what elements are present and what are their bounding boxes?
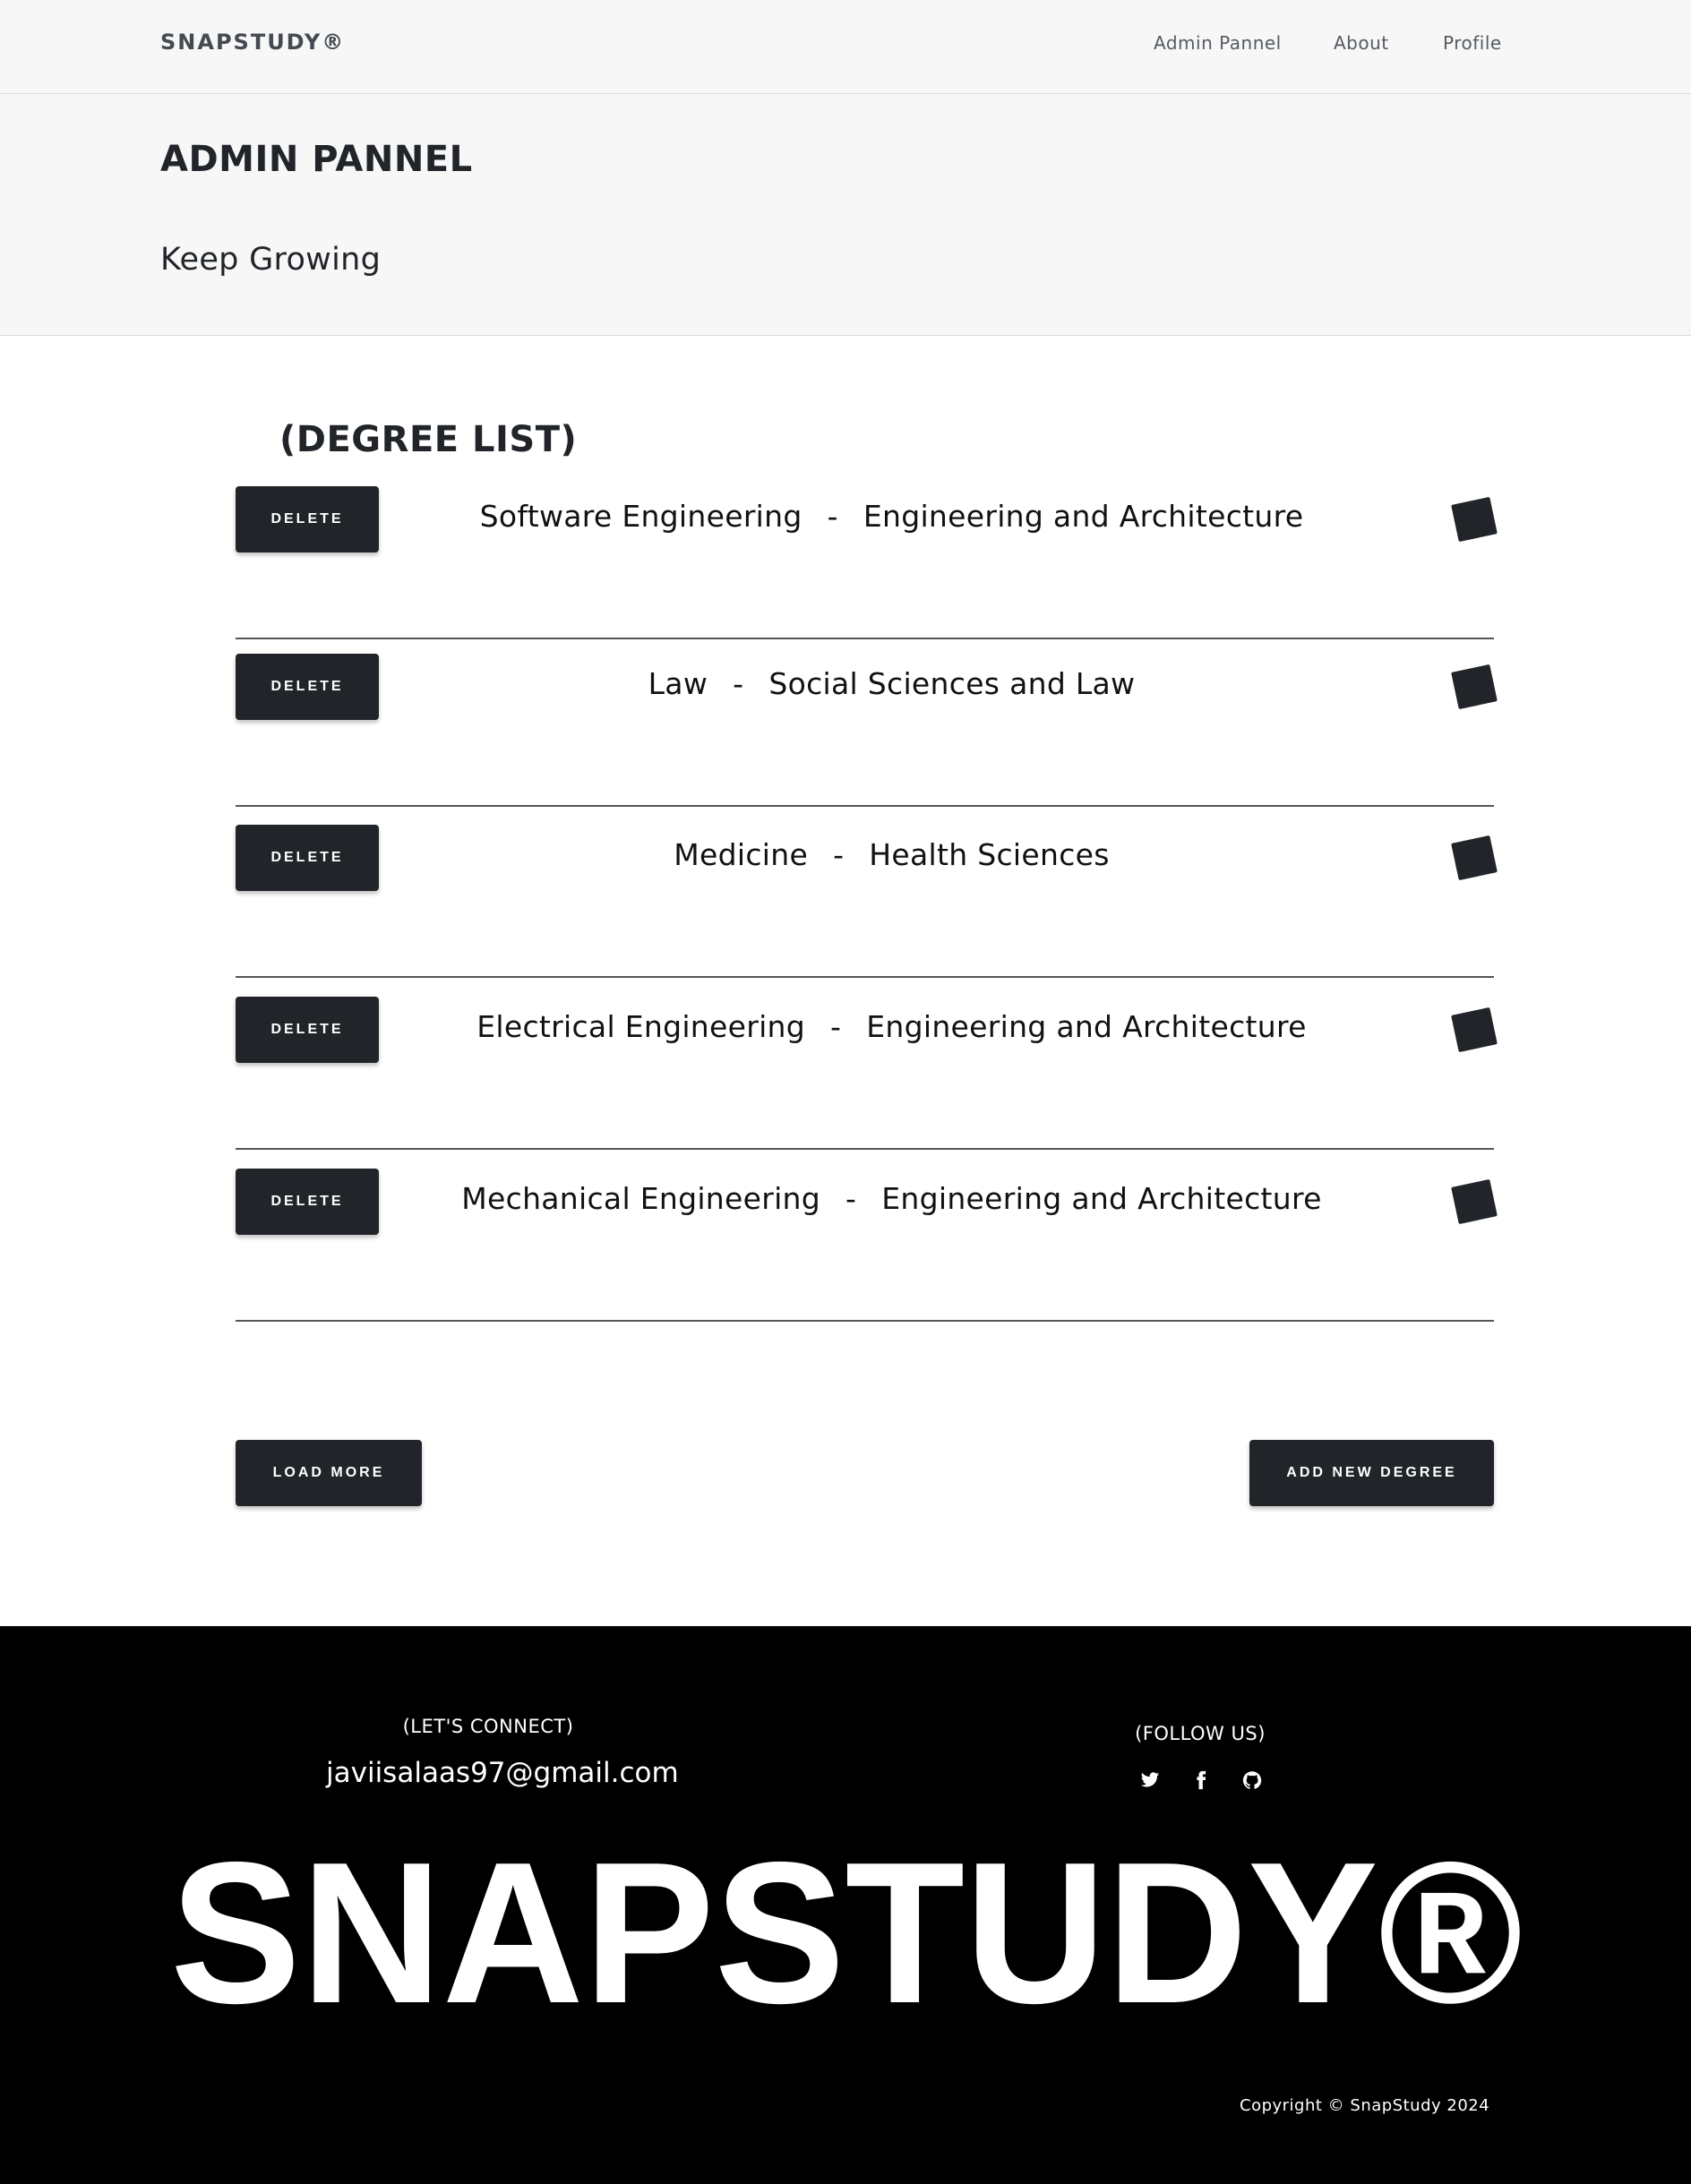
footer-big-brand: SNAPSTUDY® — [170, 1839, 1523, 2018]
nav-link-admin-pannel[interactable]: Admin Pannel — [1154, 32, 1282, 54]
load-more-button[interactable]: LOAD MORE — [236, 1440, 422, 1506]
degree-separator: - — [833, 837, 845, 872]
degree-row: DELETE Medicine - Health Sciences — [236, 807, 1498, 978]
degree-faculty: Engineering and Architecture — [881, 1181, 1322, 1216]
degree-checkbox[interactable] — [1451, 1006, 1498, 1053]
row-divider — [236, 1320, 1494, 1322]
contact-email-link[interactable]: javiisalaas97@gmail.com — [326, 1757, 679, 1789]
delete-button[interactable]: DELETE — [236, 997, 379, 1063]
degree-separator: - — [733, 666, 744, 701]
degree-name: Mechanical Engineering — [461, 1181, 821, 1216]
degree-separator: - — [846, 1181, 857, 1216]
delete-button[interactable]: DELETE — [236, 486, 379, 552]
footer: (LET'S CONNECT) javiisalaas97@gmail.com … — [0, 1626, 1691, 2184]
degree-faculty: Health Sciences — [869, 837, 1110, 872]
add-new-degree-button[interactable]: ADD NEW DEGREE — [1249, 1440, 1494, 1506]
degree-label: Electrical Engineering - Engineering and A… — [379, 1009, 1404, 1044]
github-icon[interactable] — [1240, 1768, 1265, 1793]
connect-label: (LET'S CONNECT) — [402, 1716, 574, 1737]
nav-link-profile[interactable]: Profile — [1443, 32, 1502, 54]
degree-checkbox[interactable] — [1451, 835, 1498, 881]
brand-logo[interactable]: SNAPSTUDY® — [160, 30, 345, 55]
degree-faculty: Engineering and Architecture — [863, 499, 1304, 534]
facebook-icon[interactable] — [1189, 1768, 1214, 1793]
degree-checkbox[interactable] — [1451, 1178, 1498, 1225]
row-divider — [236, 976, 1494, 978]
delete-button[interactable]: DELETE — [236, 654, 379, 720]
page-subtitle: Keep Growing — [160, 242, 382, 278]
page-header: ADMIN PANNEL Keep Growing — [0, 94, 1691, 336]
degree-name: Electrical Engineering — [476, 1009, 806, 1044]
navbar: SNAPSTUDY® Admin Pannel About Profile — [0, 0, 1691, 94]
degree-faculty: Social Sciences and Law — [768, 666, 1136, 701]
degree-checkbox[interactable] — [1451, 664, 1498, 710]
degree-checkbox[interactable] — [1451, 496, 1498, 543]
degree-row: DELETE Software Engineering - Engineering … — [236, 468, 1498, 639]
degree-label: Law - Social Sciences and Law — [379, 666, 1404, 701]
page-title: ADMIN PANNEL — [160, 139, 473, 180]
degree-row: DELETE Electrical Engineering - Engineerin… — [236, 979, 1498, 1150]
degree-label: Mechanical Engineering - Engineering and A… — [379, 1181, 1404, 1216]
follow-label: (FOLLOW US) — [1135, 1723, 1266, 1744]
nav-link-about[interactable]: About — [1334, 32, 1389, 54]
degree-label: Medicine - Health Sciences — [379, 837, 1404, 872]
twitter-icon[interactable] — [1137, 1768, 1163, 1793]
degree-separator: - — [830, 1009, 842, 1044]
degree-row: DELETE Law - Social Sciences and Law — [236, 636, 1498, 807]
degree-separator: - — [827, 499, 838, 534]
degree-name: Software Engineering — [479, 499, 803, 534]
delete-button[interactable]: DELETE — [236, 825, 379, 891]
degree-row: DELETE Mechanical Engineering - Engineerin… — [236, 1151, 1498, 1322]
section-title: (DEGREE LIST) — [279, 419, 578, 460]
degree-faculty: Engineering and Architecture — [866, 1009, 1307, 1044]
degree-name: Medicine — [674, 837, 809, 872]
degree-label: Software Engineering - Engineering and Arc… — [379, 499, 1404, 534]
degree-name: Law — [648, 666, 708, 701]
delete-button[interactable]: DELETE — [236, 1169, 379, 1235]
footer-brand-text: SNAPSTUDY® — [170, 1839, 1523, 2018]
copyright-text: Copyright © SnapStudy 2024 — [1240, 2096, 1490, 2115]
row-divider — [236, 1148, 1494, 1150]
